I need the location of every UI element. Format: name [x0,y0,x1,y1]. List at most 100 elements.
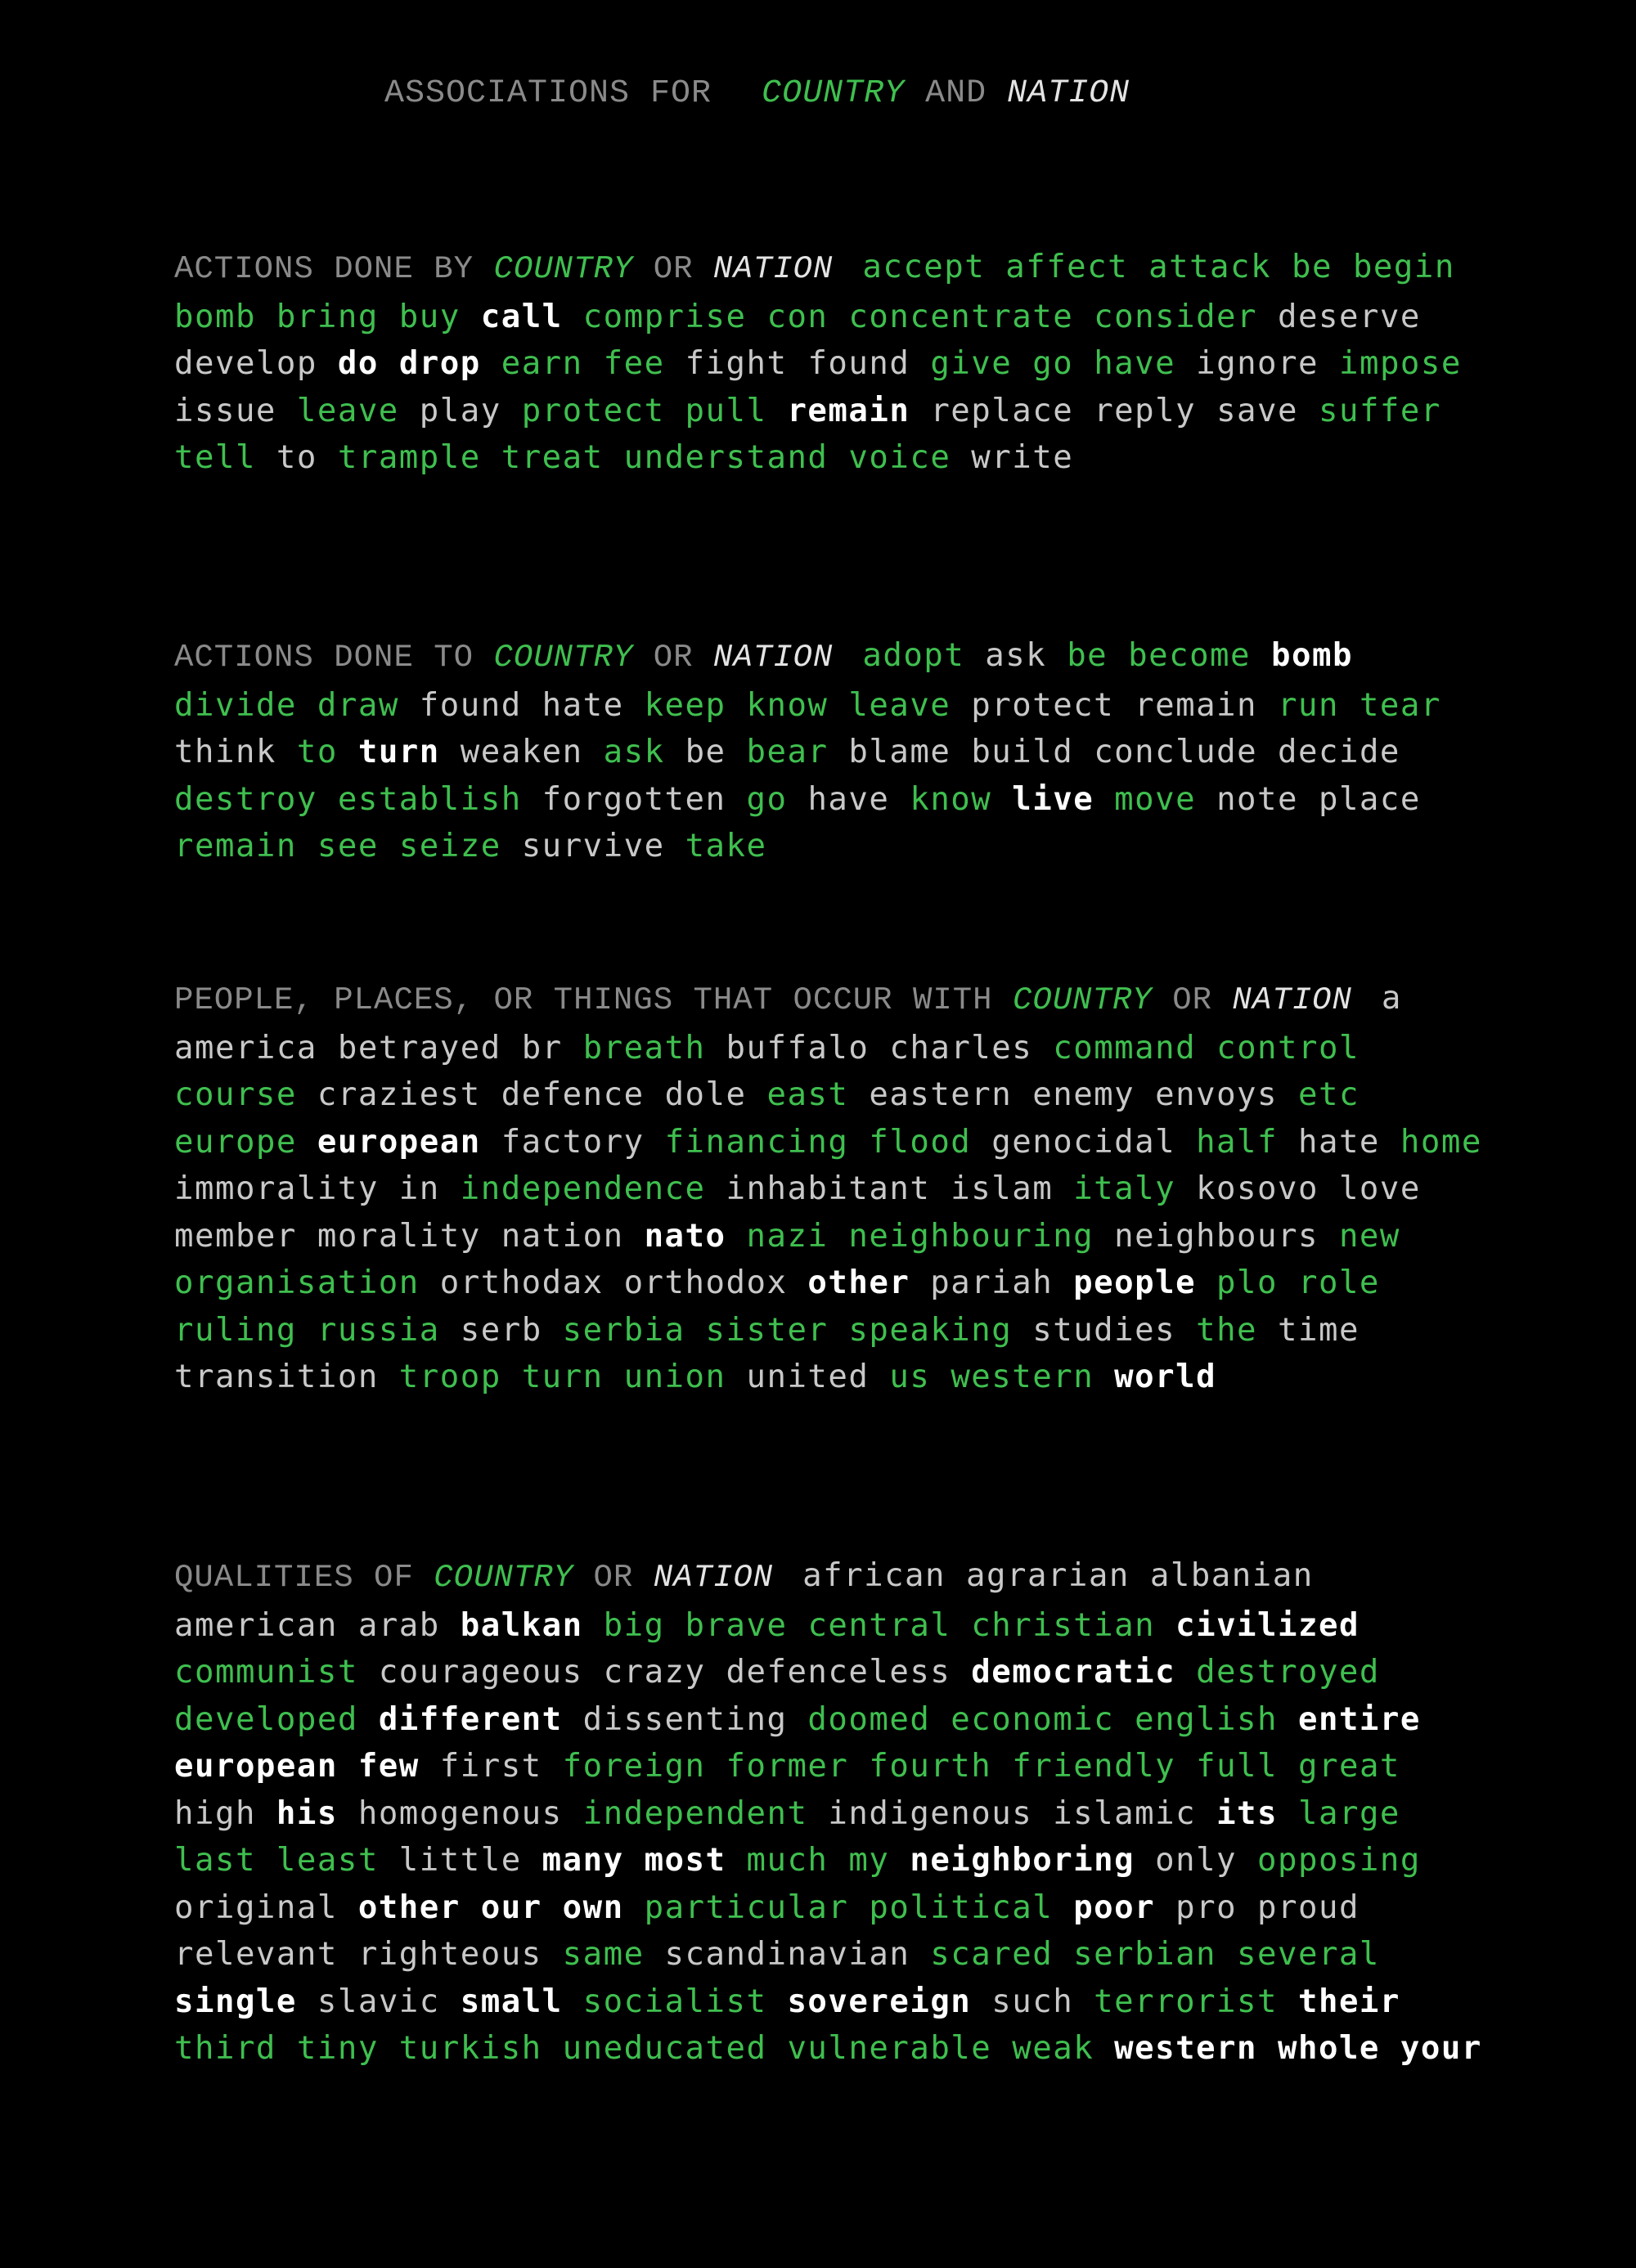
association-word: financing [664,1123,849,1161]
association-word: con [766,298,829,335]
association-word: several [1237,1936,1380,1973]
association-word: its [1216,1794,1279,1832]
association-word: serbian [1073,1936,1217,1973]
section-heading: ACTIONS DONE BY COUNTRY OR NATION [174,251,834,287]
association-word: european [174,1748,338,1785]
association-word: deserve [1278,298,1421,335]
association-word: craziest [317,1076,481,1113]
association-word: neighbouring [848,1217,1094,1255]
association-word: issue [174,392,276,429]
association-word: divide [174,686,297,724]
association-word: decide [1278,734,1400,770]
title-term-nation: NATION [1007,75,1130,112]
association-word: nation [501,1217,624,1255]
association-word: my [848,1842,890,1879]
association-word: great [1298,1748,1400,1785]
association-word: indigenous [828,1794,1033,1832]
association-word: think [174,734,276,770]
association-word: to [276,439,317,476]
term-nation: NATION [653,1560,774,1596]
association-word: save [1216,392,1298,429]
association-word: balkan [460,1606,583,1644]
association-word: know [910,780,992,818]
association-word: understand [623,439,829,476]
title-prefix: ASSOCIATIONS FOR [384,75,712,112]
association-word: east [766,1076,849,1113]
association-word: impose [1338,345,1462,382]
association-word: ask [603,734,665,770]
term-country: COUNTRY [493,640,634,676]
association-word: christian [971,1606,1156,1644]
association-word: bomb [1271,637,1353,674]
association-word: hate [542,686,624,724]
association-word: buy [398,298,461,335]
association-word: communist [174,1654,358,1691]
association-word: dissenting [582,1700,788,1738]
association-word: course [174,1076,297,1113]
association-word: turn [521,1359,604,1395]
association-word: leave [848,686,951,724]
association-word: english [1135,1700,1278,1738]
term-country: COUNTRY [493,251,634,287]
association-word: russia [317,1311,440,1349]
section-heading: PEOPLE, PLACES, OR THINGS THAT OCCUR WIT… [174,982,1352,1018]
association-word: vulnerable [787,2030,992,2067]
association-word: suffer [1318,392,1441,429]
association-word: develop [174,345,317,382]
association-word: see [317,828,379,865]
association-word: be [685,734,726,770]
association-word: opposing [1257,1842,1421,1879]
association-word: albanian [1149,1557,1314,1594]
association-word: few [357,1748,420,1785]
association-word: tear [1359,686,1441,724]
association-word: other [807,1264,910,1301]
association-word: agrarian [966,1557,1130,1594]
association-word: attack [1148,249,1271,285]
association-word: have [1094,345,1176,382]
association-word: slavic [317,1983,440,2020]
association-word: scandinavian [664,1936,910,1973]
association-word: fourth [869,1748,992,1785]
association-word: move [1114,780,1197,818]
association-word: ask [985,637,1047,674]
association-word: be [1067,637,1108,674]
association-word: leave [296,392,399,429]
association-word: be [1291,249,1333,285]
section-cooccurring-entities: PEOPLE, PLACES, OR THINGS THAT OCCUR WIT… [174,975,1483,1401]
association-word: immorality [174,1170,379,1207]
association-word: member [174,1217,297,1255]
association-word: call [480,298,563,335]
association-word: terrorist [1094,1983,1278,2020]
association-word: weaken [460,734,583,770]
association-word: defence [501,1076,645,1113]
association-word: a [1381,980,1402,1017]
association-word: bring [276,298,379,335]
association-word: do [337,345,379,382]
association-word: relevant [174,1936,338,1973]
association-word: same [562,1936,645,1973]
association-word: trample [337,439,481,476]
association-word: many [542,1842,624,1879]
association-word: play [419,392,501,429]
association-word: run [1278,686,1339,724]
association-word: friendly [1012,1748,1176,1785]
association-word: last [174,1842,256,1879]
association-word: new [1338,1217,1400,1255]
association-word: breath [582,1029,706,1067]
association-word: inhabitant [726,1170,931,1207]
association-word: fee [603,345,665,382]
word-list: african agrarian albanian american arab … [174,1557,1482,2067]
association-word: remain [787,392,910,429]
association-word: europe [174,1123,297,1161]
association-word: original [174,1889,338,1926]
association-word: eastern [869,1076,1013,1113]
association-word: go [746,780,788,818]
association-word: homogenous [357,1794,563,1832]
association-word: the [1196,1311,1258,1349]
association-word: scared [930,1936,1054,1973]
association-word: tell [174,439,256,476]
association-word: most [644,1842,726,1879]
association-word: proud [1257,1889,1360,1926]
association-word: protect [521,392,665,429]
section-heading: QUALITIES OF COUNTRY OR NATION [174,1560,774,1596]
